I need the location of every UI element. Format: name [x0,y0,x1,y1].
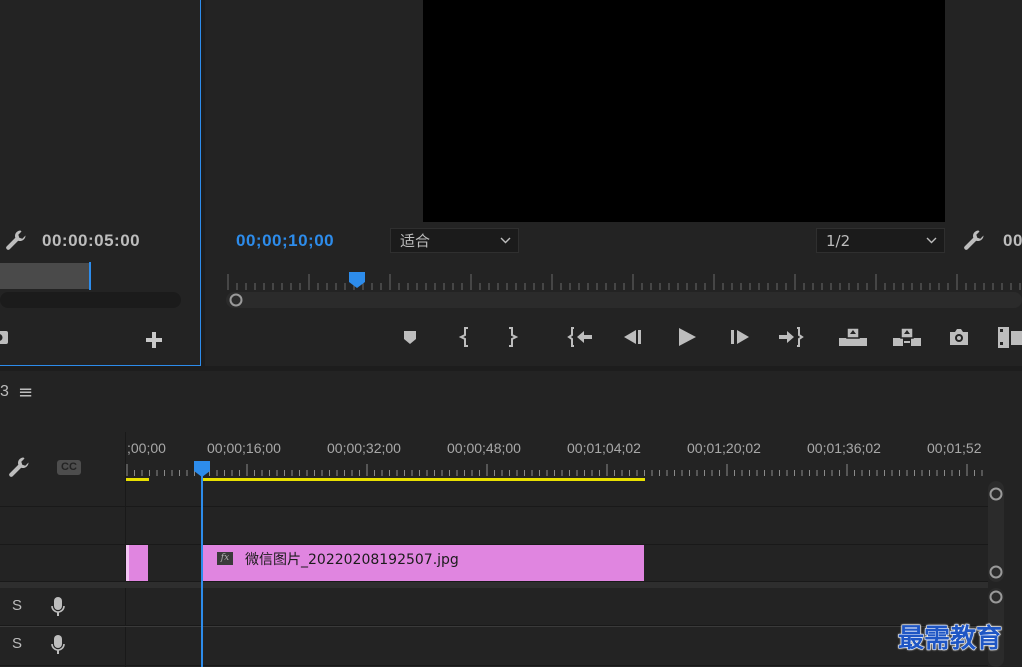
play-icon[interactable] [677,327,697,347]
wrench-icon[interactable] [8,456,30,478]
timeline-time-ruler[interactable]: ;00;00 00;00;16;00 00;00;32;00 00;00;48;… [126,440,988,478]
program-zoom-scrollbar[interactable] [226,292,1022,308]
timeline-playhead-line[interactable] [201,474,203,667]
ruler-label: 00;00;32;00 [327,440,401,456]
clip-edge [126,545,129,581]
clip-name: 微信图片_20220208192507.jpg [245,552,459,568]
sequence-tab-label[interactable]: 3 [0,383,9,401]
watermark-logo: 最需教育 [897,624,1003,655]
source-scrollbar[interactable] [0,292,181,308]
ruler-label: 00;01;04;02 [567,440,641,456]
export-frame-camera-icon[interactable] [948,327,970,347]
fit-select[interactable]: 适合 [390,228,519,253]
resolution-select[interactable]: 1/2 [816,228,945,253]
ruler-label: ;00;00 [127,440,166,456]
source-zoom-bar[interactable] [0,263,90,289]
captions-icon[interactable]: CC [57,460,81,475]
solo-track-button[interactable]: S [12,635,22,652]
program-video-frame [423,0,945,222]
ruler-label: 00;00;16;00 [207,440,281,456]
chevron-down-icon [500,237,511,244]
resolution-select-value: 1/2 [826,231,851,250]
fit-select-value: 适合 [400,232,431,250]
mark-in-icon[interactable] [458,326,472,348]
camera-icon[interactable] [0,328,10,346]
transport-controls [400,324,1022,350]
video-track-3[interactable] [0,481,988,507]
source-monitor-panel: 00:00:05:00 [0,0,201,366]
step-back-icon[interactable] [622,328,644,346]
wrench-icon[interactable] [963,229,985,251]
ruler-label: 00;00;48;00 [447,440,521,456]
microphone-icon[interactable] [50,596,66,618]
scroll-handle-icon[interactable] [989,590,1003,604]
ruler-label: 00;01;52 [927,440,982,456]
program-duration-timecode: 00 [1003,231,1022,250]
plus-icon[interactable] [145,331,163,349]
track-separator [0,626,988,627]
program-timecode[interactable]: 00;00;10;00 [236,231,334,251]
audio-track-2[interactable] [0,626,988,666]
program-time-ruler[interactable] [226,270,1022,292]
source-playhead[interactable] [89,262,91,290]
chevron-down-icon [926,237,937,244]
extract-icon[interactable] [892,326,922,348]
microphone-icon[interactable] [50,634,66,656]
wrench-icon[interactable] [5,229,27,251]
solo-track-button[interactable]: S [12,597,22,614]
video-track-2[interactable] [0,507,988,545]
go-to-in-icon[interactable] [567,326,594,348]
lift-icon[interactable] [838,326,868,348]
add-marker-icon[interactable] [402,329,418,345]
zoom-handle-icon[interactable] [229,293,243,307]
timeline-clip-fragment[interactable] [126,545,148,581]
source-timecode[interactable]: 00:00:05:00 [42,231,140,251]
go-to-out-icon[interactable] [777,326,804,348]
ruler-label: 00;01;20;02 [687,440,761,456]
panel-menu-icon[interactable]: ≡ [18,382,33,403]
scroll-handle-icon[interactable] [989,487,1003,501]
timeline-playhead-icon[interactable] [193,460,211,478]
timeline-clip[interactable]: fx 微信图片_20220208192507.jpg [203,545,644,581]
ruler-label: 00;01;36;02 [807,440,881,456]
comparison-view-icon[interactable] [997,326,1022,350]
scroll-handle-icon[interactable] [989,565,1003,579]
mark-out-icon[interactable] [505,326,519,348]
fx-badge-icon: fx [217,552,233,565]
audio-track-1[interactable] [0,588,988,626]
program-playhead-icon[interactable] [348,271,366,289]
step-forward-icon[interactable] [729,328,751,346]
